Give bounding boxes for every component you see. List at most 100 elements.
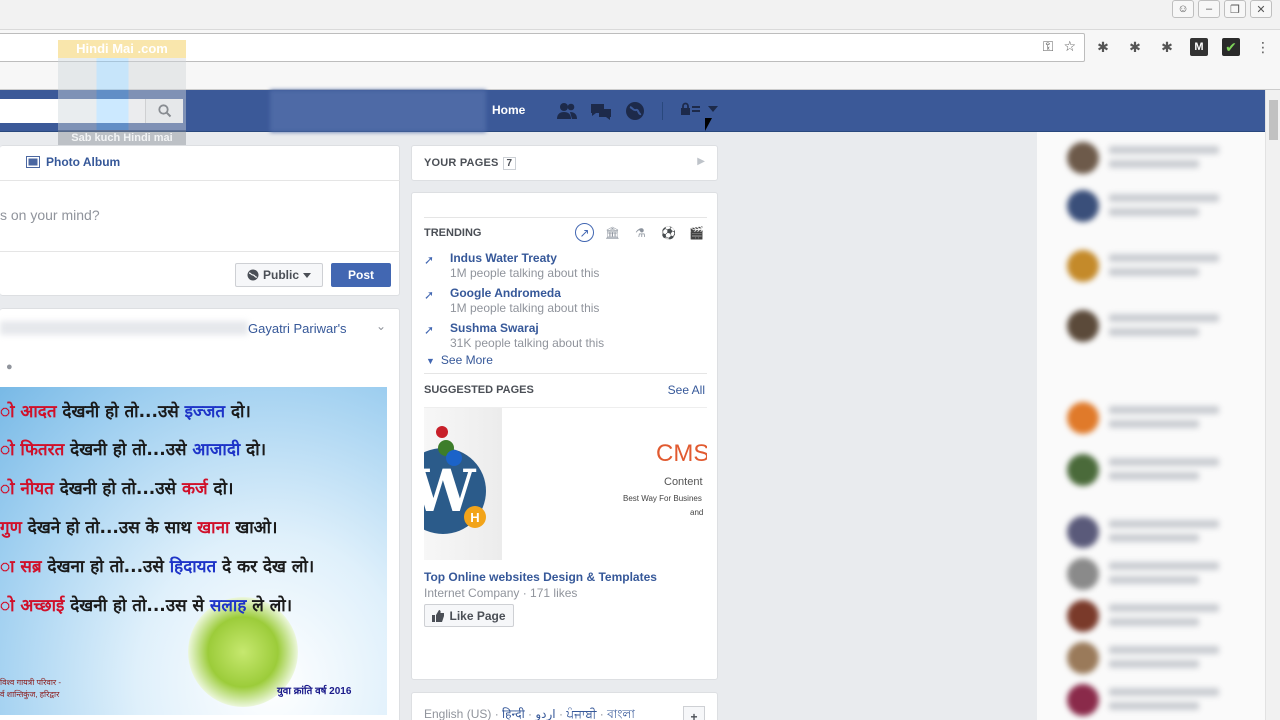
minimize-icon[interactable]: – <box>1198 0 1220 18</box>
trending-arrow-icon: ➚ <box>424 253 435 267</box>
chat-contact[interactable] <box>1067 642 1219 674</box>
chat-contact-text <box>1109 558 1219 590</box>
language-link[interactable]: ਪੰਜਾਬੀ <box>566 707 596 720</box>
image-quote-line: ो आदत देखनी हो तो...उसे इज्जत दो। <box>0 399 251 422</box>
post-image[interactable]: ो आदत देखनी हो तो...उसे इज्जत दो।ो फितरत… <box>0 387 387 715</box>
page-scrollbar[interactable] <box>1265 90 1280 720</box>
your-pages-heading: YOUR PAGES 7 <box>424 157 517 170</box>
chat-contact[interactable] <box>1067 402 1219 434</box>
chat-contact-text <box>1109 402 1219 434</box>
puzzle-extension-icon[interactable]: ✱ <box>1126 38 1144 56</box>
quote-fragment: दो। <box>240 440 267 460</box>
puzzle-extension-icon[interactable]: ✱ <box>1158 38 1176 56</box>
quote-fragment: इज्जत <box>184 402 226 422</box>
chat-contact[interactable] <box>1067 190 1219 222</box>
trending-title[interactable]: Google Andromeda <box>450 286 561 300</box>
see-more-link[interactable]: ▼ See More <box>426 353 493 367</box>
notifications-globe-icon[interactable] <box>624 100 646 122</box>
post-source-link[interactable]: Gayatri Pariwar's <box>248 321 347 336</box>
blurred-text-line <box>1109 406 1219 414</box>
top-trends-icon[interactable]: ↗ <box>575 223 594 242</box>
image-quote-line: ो अच्छाई देखनी हो तो...उस से सलाह ले लो। <box>0 593 292 616</box>
language-link[interactable]: اردو <box>535 707 555 720</box>
ad-cms-text: CMS <box>656 440 707 467</box>
add-language-button[interactable]: + <box>683 706 705 720</box>
key-icon[interactable]: ⚿ <box>1043 38 1054 55</box>
post-options-chevron-icon[interactable]: ⌄ <box>376 319 386 333</box>
chat-contact-text <box>1109 190 1219 222</box>
trending-title[interactable]: Sushma Swaraj <box>450 321 539 335</box>
chat-contact-text <box>1109 642 1219 674</box>
like-page-button[interactable]: Like Page <box>424 604 514 627</box>
suggested-divider <box>424 373 707 374</box>
close-icon[interactable]: ✕ <box>1250 0 1272 18</box>
quote-fragment: देखनी हो तो...उस से <box>64 596 210 616</box>
trending-arrow-icon: ➚ <box>424 288 435 302</box>
entertainment-icon[interactable]: 🎬 <box>687 223 706 242</box>
privacy-shortcuts-menu[interactable] <box>680 102 718 116</box>
chat-contact[interactable] <box>1067 250 1219 282</box>
gmail-extension-icon[interactable]: M <box>1190 38 1208 56</box>
menu-dots-icon[interactable]: ⋮ <box>1254 38 1272 56</box>
scrollbar-thumb[interactable] <box>1269 100 1278 140</box>
chat-contact[interactable] <box>1067 142 1219 174</box>
chat-contact[interactable] <box>1067 516 1219 548</box>
lock-icon <box>681 102 700 115</box>
blurred-text-line <box>1109 254 1219 262</box>
messages-icon[interactable] <box>590 100 612 122</box>
language-link[interactable]: हिन्दी <box>502 707 525 720</box>
suggested-page-title[interactable]: Top Online websites Design & Templates <box>424 570 657 584</box>
status-input[interactable]: s on your mind? <box>0 207 100 223</box>
caret-down-icon <box>303 272 311 278</box>
see-all-link[interactable]: See All <box>668 383 705 397</box>
image-quote-line: ो नीयत देखनी हो तो...उसे कर्ज दो। <box>0 476 233 499</box>
check-extension-icon[interactable]: ✔ <box>1222 38 1240 56</box>
home-link[interactable]: Home <box>492 103 525 117</box>
blurred-text-line <box>1109 146 1219 154</box>
avatar <box>1067 402 1099 434</box>
privacy-selector-button[interactable]: Public <box>235 263 323 287</box>
blurred-text-line <box>1109 618 1199 626</box>
sports-icon[interactable]: ⚽ <box>659 223 678 242</box>
trending-arrow-icon: ➚ <box>424 323 435 337</box>
friend-requests-icon[interactable] <box>556 100 578 122</box>
your-pages-box[interactable]: YOUR PAGES 7 ▶ <box>411 145 718 181</box>
science-icon[interactable]: ⚗ <box>631 223 650 242</box>
chat-contact-text <box>1109 454 1219 486</box>
chat-contact[interactable] <box>1067 558 1219 590</box>
chat-contact[interactable] <box>1067 454 1219 486</box>
blurred-text-line <box>1109 660 1199 668</box>
tab-photo-album[interactable]: Photo Album <box>26 155 120 169</box>
restore-icon[interactable]: ❐ <box>1224 0 1246 18</box>
bookmark-star-icon[interactable]: ☆ <box>1063 38 1076 55</box>
language-list: English (US) · हिन्दी · اردو · ਪੰਜਾਬੀ · … <box>424 707 635 720</box>
watermark-top-text: Hindi Mai .com <box>58 40 186 58</box>
chat-contact[interactable] <box>1067 600 1219 632</box>
language-link[interactable]: বাংলা <box>607 707 635 720</box>
blurred-text-line <box>1109 314 1219 322</box>
post-button[interactable]: Post <box>331 263 391 287</box>
quote-fragment: ले लो। <box>246 596 293 616</box>
chat-contact[interactable] <box>1067 310 1219 342</box>
avatar <box>1067 642 1099 674</box>
quote-fragment: दे कर देख लो। <box>216 557 315 577</box>
status-composer: Photo Album s on your mind? Public Post <box>0 145 400 296</box>
trending-title[interactable]: Indus Water Treaty <box>450 251 557 265</box>
chat-contact-text <box>1109 684 1219 716</box>
suggested-page-image[interactable]: W H CMS Content Best Way For Busines and <box>424 407 707 560</box>
facebook-top-bar: Home <box>0 90 1265 132</box>
puzzle-extension-icon[interactable]: ✱ <box>1094 38 1112 56</box>
trending-subtitle: 1M people talking about this <box>450 301 600 315</box>
suggested-page-meta: Internet Company · 171 likes <box>424 586 578 600</box>
browser-toolbar: ⚿ ☆ ✱ ✱ ✱ M ✔ ⋮ <box>0 30 1280 90</box>
quote-fragment: देखनी हो तो...उसे <box>64 440 193 460</box>
blurred-text-line <box>1109 576 1199 584</box>
profile-icon[interactable]: ☺ <box>1172 0 1194 18</box>
profile-link[interactable] <box>270 90 486 132</box>
image-quote-line: ो फितरत देखनी हो तो...उसे आजादी दो। <box>0 437 266 460</box>
trending-subtitle: 31K people talking about this <box>450 336 605 350</box>
chat-contact[interactable] <box>1067 684 1219 716</box>
politics-icon[interactable]: 🏛 <box>603 223 622 242</box>
window-controls: ☺ – ❐ ✕ <box>1172 0 1272 20</box>
audience-globe-icon: ● <box>6 361 13 373</box>
